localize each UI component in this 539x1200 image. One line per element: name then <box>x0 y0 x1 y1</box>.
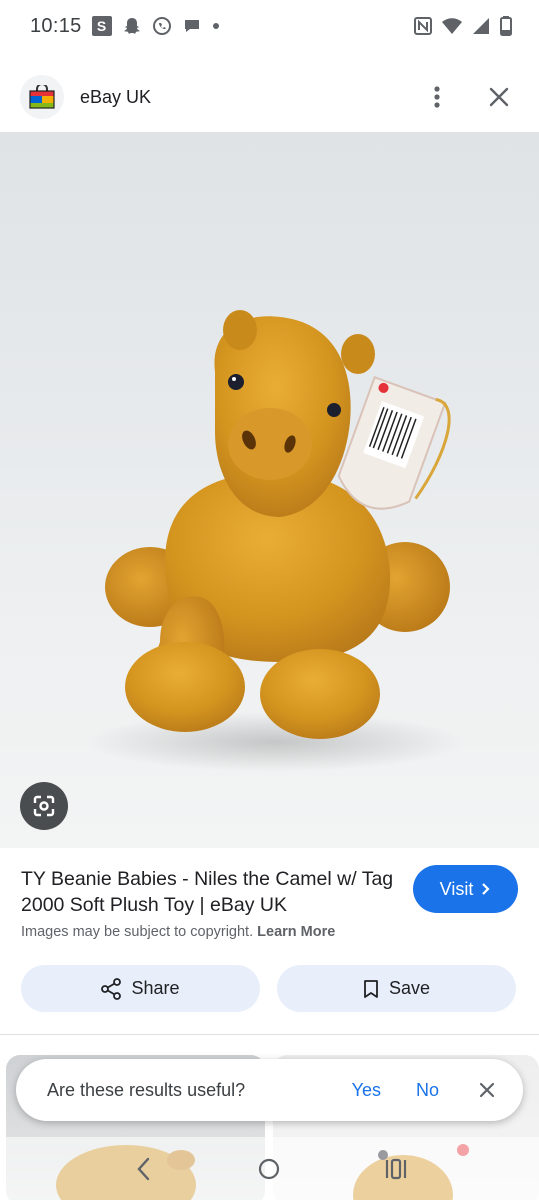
share-button[interactable]: Share <box>21 965 260 1012</box>
home-icon[interactable] <box>245 1145 293 1193</box>
whatsapp-icon <box>152 16 172 36</box>
camel-plush-illustration <box>85 310 465 772</box>
copyright-text: Images may be subject to copyright. <box>21 924 254 940</box>
bookmark-icon <box>364 979 378 998</box>
battery-icon <box>499 15 513 37</box>
site-header: eBay UK <box>0 62 539 132</box>
visit-label: Visit <box>439 878 474 899</box>
feedback-no-button[interactable]: No <box>416 1080 439 1101</box>
result-info: TY Beanie Babies - Niles the Camel w/ Ta… <box>0 848 539 1034</box>
feedback-bar: Are these results useful? Yes No <box>16 1059 523 1121</box>
close-icon[interactable] <box>479 77 519 117</box>
product-image[interactable] <box>0 132 539 848</box>
nfc-icon <box>413 16 433 36</box>
s-badge-icon: S <box>91 16 112 36</box>
share-label: Share <box>131 978 180 998</box>
status-time: 10:15 <box>30 14 82 37</box>
ebay-bag-icon <box>20 75 64 119</box>
google-lens-button[interactable] <box>20 782 68 830</box>
lens-icon <box>33 795 55 817</box>
feedback-yes-button[interactable]: Yes <box>352 1080 381 1101</box>
chat-bubble-icon <box>182 16 202 36</box>
save-button[interactable]: Save <box>277 965 516 1012</box>
copyright-notice: Images may be subject to copyright. Lear… <box>21 924 335 940</box>
snapchat-icon <box>122 16 142 36</box>
back-icon[interactable] <box>119 1145 167 1193</box>
result-title[interactable]: TY Beanie Babies - Niles the Camel w/ Ta… <box>21 866 396 918</box>
system-nav-bar <box>0 1137 539 1200</box>
save-label: Save <box>388 978 431 998</box>
recents-icon[interactable] <box>372 1145 420 1193</box>
wifi-icon <box>441 16 463 36</box>
more-vert-icon[interactable] <box>417 77 457 117</box>
status-bar: 10:15 S <box>0 0 539 52</box>
chevron-right-icon <box>482 883 490 895</box>
dot-icon <box>212 22 220 30</box>
share-icon <box>101 977 122 1000</box>
feedback-question: Are these results useful? <box>47 1079 246 1100</box>
feedback-close-icon[interactable] <box>475 1078 499 1102</box>
visit-button[interactable]: Visit <box>413 865 518 913</box>
signal-icon <box>471 16 491 36</box>
learn-more-link[interactable]: Learn More <box>257 924 335 940</box>
site-name[interactable]: eBay UK <box>80 87 151 108</box>
